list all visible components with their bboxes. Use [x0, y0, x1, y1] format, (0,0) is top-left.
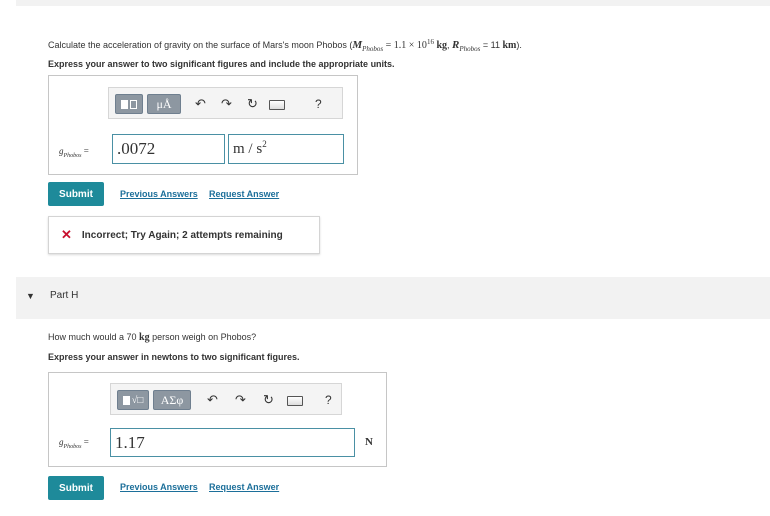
part-g-answer-box: μÅ ↶ ↷ ↻ ? gPhobos = .0072 m / s2: [48, 75, 358, 175]
part-g-request-answer-link[interactable]: Request Answer: [209, 189, 279, 199]
part-h-request-answer-link[interactable]: Request Answer: [209, 482, 279, 492]
previous-part-header-remnant: [16, 0, 770, 6]
part-g-units-input[interactable]: m / s2: [228, 134, 344, 164]
part-g-value-input[interactable]: .0072: [112, 134, 225, 164]
part-g-question: Calculate the acceleration of gravity on…: [48, 38, 522, 53]
part-h-value-input[interactable]: 1.17: [110, 428, 355, 457]
templates-icon[interactable]: [115, 94, 143, 114]
part-h-previous-answers-link[interactable]: Previous Answers: [120, 482, 198, 492]
part-g-variable-label: gPhobos =: [59, 146, 89, 159]
feedback-text: Incorrect; Try Again; 2 attempts remaini…: [81, 229, 283, 241]
part-h-title: Part H: [50, 290, 79, 301]
part-g-submit-button[interactable]: Submit: [48, 182, 104, 206]
help-icon[interactable]: ?: [315, 96, 322, 112]
part-g-instruction: Express your answer to two significant f…: [48, 59, 395, 69]
part-h-instruction: Express your answer in newtons to two si…: [48, 352, 300, 362]
part-h-answer-box: √□ ΑΣφ ↶ ↷ ↻ ? gPhobos = 1.17 N: [48, 372, 387, 467]
reset-icon[interactable]: ↻: [263, 392, 274, 408]
greek-symbols-button[interactable]: ΑΣφ: [153, 390, 191, 410]
part-h-submit-button[interactable]: Submit: [48, 476, 104, 500]
part-h-math-toolbar: √□ ΑΣφ ↶ ↷ ↻ ?: [110, 383, 342, 415]
collapse-triangle-icon[interactable]: ▼: [26, 291, 35, 301]
part-h-question: How much would a 70 kg person weigh on P…: [48, 332, 257, 343]
incorrect-x-icon: ✕: [61, 227, 72, 242]
reset-icon[interactable]: ↻: [247, 96, 258, 112]
undo-icon[interactable]: ↶: [207, 392, 218, 408]
redo-icon[interactable]: ↷: [221, 96, 232, 112]
templates-icon[interactable]: √□: [117, 390, 149, 410]
keyboard-icon[interactable]: [269, 98, 285, 114]
part-g-previous-answers-link[interactable]: Previous Answers: [120, 189, 198, 199]
part-g-math-toolbar: μÅ ↶ ↷ ↻ ?: [108, 87, 343, 119]
part-h-variable-label: gPhobos =: [59, 437, 89, 450]
help-icon[interactable]: ?: [325, 392, 332, 408]
units-button[interactable]: μÅ: [147, 94, 181, 114]
redo-icon[interactable]: ↷: [235, 392, 246, 408]
part-g-feedback-box: ✕ Incorrect; Try Again; 2 attempts remai…: [48, 216, 320, 254]
keyboard-icon[interactable]: [287, 394, 303, 410]
part-h-header[interactable]: ▼ Part H: [16, 277, 770, 319]
part-h-unit-label: N: [365, 436, 373, 448]
undo-icon[interactable]: ↶: [195, 96, 206, 112]
